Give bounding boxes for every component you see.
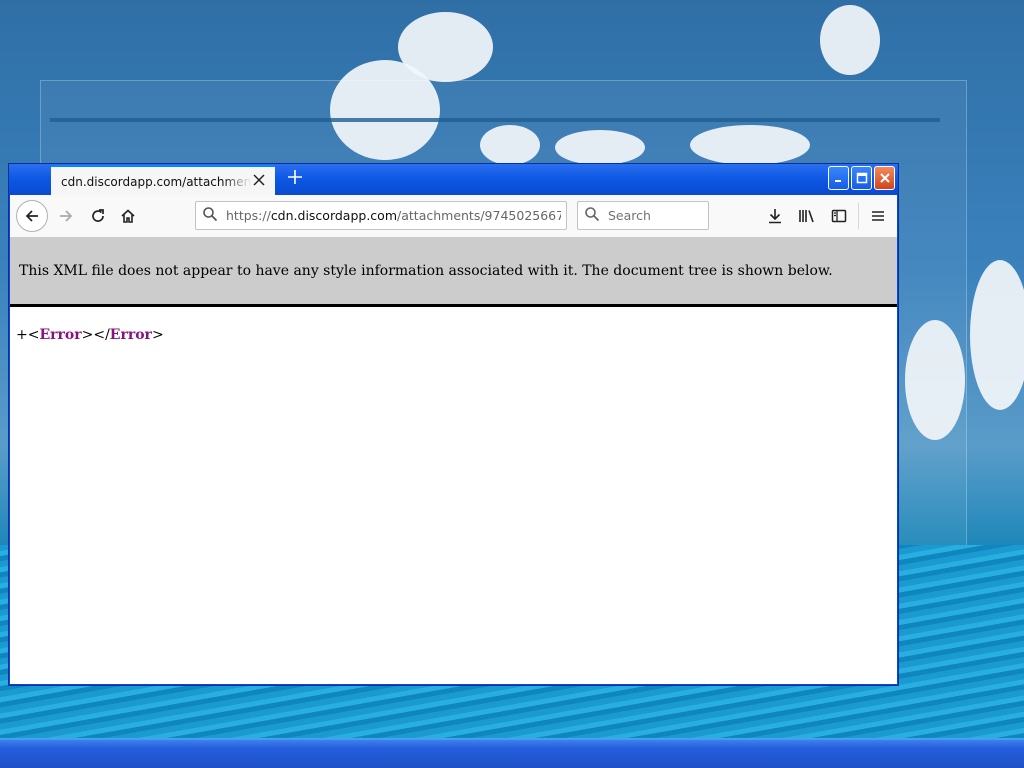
cloud bbox=[970, 260, 1024, 410]
plus-icon[interactable] bbox=[283, 167, 307, 191]
cloud bbox=[820, 5, 880, 75]
page-content: This XML file does not appear to have an… bbox=[10, 237, 897, 684]
search-bar[interactable]: Search bbox=[577, 201, 709, 230]
search-icon bbox=[584, 206, 600, 226]
browser-window: cdn.discordapp.com/attachments/974502566… bbox=[8, 163, 899, 686]
search-icon bbox=[202, 206, 218, 226]
search-placeholder: Search bbox=[608, 208, 651, 223]
download-icon[interactable] bbox=[761, 202, 789, 230]
xml-tree: +<Error></Error> bbox=[10, 307, 897, 343]
nav-toolbar: https://cdn.discordapp.com/attachments/9… bbox=[10, 195, 897, 238]
collapse-toggle[interactable]: + bbox=[16, 327, 28, 343]
minimize-icon[interactable] bbox=[828, 166, 849, 190]
library-icon[interactable] bbox=[793, 202, 821, 230]
menu-icon[interactable] bbox=[864, 202, 892, 230]
window-close-icon[interactable] bbox=[874, 166, 895, 190]
taskbar[interactable] bbox=[0, 739, 1024, 768]
home-icon[interactable] bbox=[114, 202, 142, 230]
url-bar[interactable]: https://cdn.discordapp.com/attachments/9… bbox=[195, 201, 567, 230]
xml-open-tag: <Error> bbox=[27, 327, 94, 343]
xml-close-tag: </Error> bbox=[93, 327, 164, 343]
tab-active[interactable]: cdn.discordapp.com/attachments/974502566… bbox=[51, 165, 275, 196]
xml-tag-name: Error bbox=[109, 327, 152, 343]
sidebar-icon[interactable] bbox=[825, 202, 853, 230]
title-bar[interactable]: cdn.discordapp.com/attachments/974502566… bbox=[9, 164, 898, 196]
xml-tag-name: Error bbox=[39, 327, 82, 343]
maximize-icon[interactable] bbox=[851, 166, 872, 190]
tab-title: cdn.discordapp.com/attachments/974502566… bbox=[61, 174, 251, 189]
toolbar-separator bbox=[858, 203, 859, 229]
url-text: https://cdn.discordapp.com/attachments/9… bbox=[226, 208, 561, 223]
ghost-titlebar bbox=[50, 118, 940, 122]
reload-icon[interactable] bbox=[84, 202, 112, 230]
forward-arrow-icon[interactable] bbox=[52, 202, 80, 230]
back-arrow-icon[interactable] bbox=[16, 200, 48, 232]
close-icon[interactable] bbox=[251, 173, 267, 190]
xml-style-notice: This XML file does not appear to have an… bbox=[10, 237, 897, 307]
